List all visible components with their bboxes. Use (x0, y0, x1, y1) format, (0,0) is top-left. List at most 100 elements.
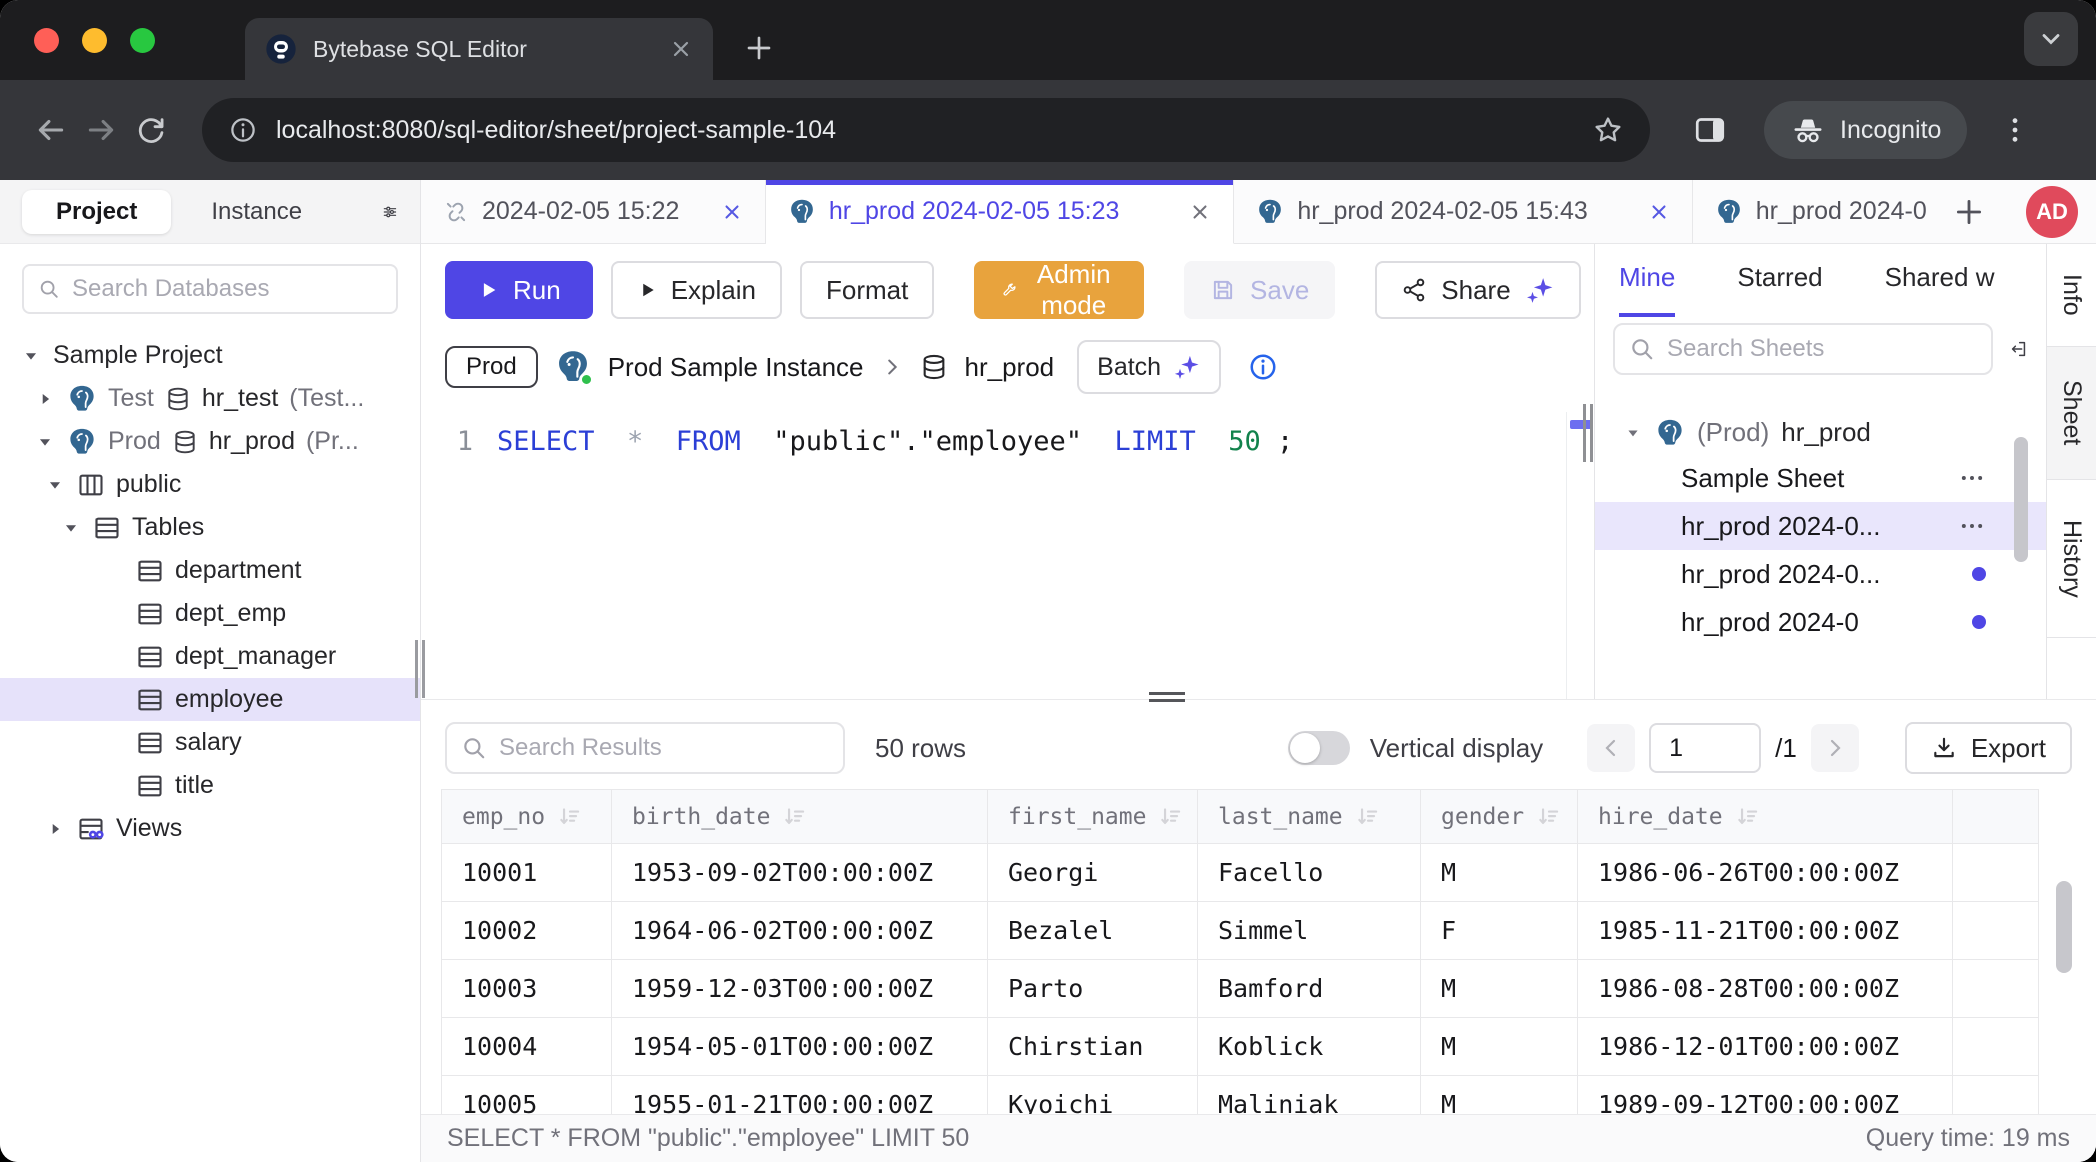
fullscreen-window-button[interactable] (130, 28, 155, 53)
save-button[interactable]: Save (1184, 261, 1335, 319)
table-row[interactable]: 100011953-09-02T00:00:00ZGeorgiFacelloM1… (442, 844, 2039, 902)
page-number-input[interactable] (1649, 723, 1761, 773)
user-avatar[interactable]: AD (2026, 186, 2078, 238)
sql-editor[interactable]: 1 SELECT * FROM "public"."employee" LIMI… (421, 412, 1594, 699)
tree-item-department[interactable]: department (0, 549, 420, 592)
tree-item-dept-manager[interactable]: dept_manager (0, 635, 420, 678)
editor-tab-3[interactable]: hr_prod 2024-02-05 15:43 (1234, 180, 1692, 244)
editor-tab-4[interactable]: hr_prod 2024-0 (1693, 180, 1944, 244)
column-header-hire-date[interactable]: hire_date (1578, 790, 1953, 844)
sheet-list-scrollbar[interactable] (2014, 437, 2028, 562)
explain-button[interactable]: Explain (611, 261, 782, 319)
format-button[interactable]: Format (800, 261, 934, 319)
browser-tab[interactable]: Bytebase SQL Editor (245, 18, 713, 80)
column-header-first-name[interactable]: first_name (988, 790, 1198, 844)
tab-info[interactable]: Info (2047, 244, 2096, 347)
browser-menu-button[interactable] (1999, 114, 2031, 146)
sheet-search-input[interactable] (1667, 335, 1977, 363)
column-header-last-name[interactable]: last_name (1198, 790, 1421, 844)
tree-item-tables-group[interactable]: Tables (0, 506, 420, 549)
tree-item-public-schema[interactable]: public (0, 463, 420, 506)
tab-history[interactable]: History (2047, 480, 2096, 638)
editor-tab-1[interactable]: 2024-02-05 15:22 (421, 180, 766, 244)
minimize-window-button[interactable] (82, 28, 107, 53)
database-name[interactable]: hr_prod (965, 352, 1055, 383)
caret-down-icon[interactable] (60, 517, 82, 539)
sheet-item-sample-sheet[interactable]: Sample Sheet (1595, 454, 2046, 502)
tab-mine[interactable]: Mine (1619, 262, 1675, 317)
table-row[interactable]: 100021964-06-02T00:00:00ZBezalelSimmelF1… (442, 902, 2039, 960)
tree-item-dept-emp[interactable]: dept_emp (0, 592, 420, 635)
forward-button[interactable] (76, 105, 126, 155)
tab-sheet[interactable]: Sheet (2047, 347, 2096, 480)
tab-project[interactable]: Project (22, 190, 171, 234)
close-window-button[interactable] (34, 28, 59, 53)
import-sheet-icon[interactable] (2009, 333, 2028, 365)
panel-resize-handle[interactable] (1583, 404, 1593, 462)
export-button[interactable]: Export (1905, 722, 2072, 774)
tree-item-hr-test[interactable]: Test hr_test (Test... (0, 377, 420, 420)
sheet-item-unsaved-1[interactable]: hr_prod 2024-0... (1595, 550, 2046, 598)
column-header-gender[interactable]: gender (1421, 790, 1578, 844)
more-actions-icon[interactable] (1958, 464, 1986, 492)
tab-instance[interactable]: Instance (211, 198, 302, 226)
side-panel-button[interactable] (1692, 112, 1728, 148)
info-icon[interactable] (1248, 352, 1278, 382)
sheet-item-unsaved-2[interactable]: hr_prod 2024-0 (1595, 598, 2046, 646)
caret-down-icon[interactable] (34, 431, 56, 453)
close-tab-icon[interactable] (1648, 201, 1670, 223)
tab-search-button[interactable] (2024, 12, 2078, 66)
next-page-button[interactable] (1811, 724, 1859, 772)
close-tab-icon[interactable] (669, 37, 693, 61)
table-row[interactable]: 100041954-05-01T00:00:00ZChirstianKoblic… (442, 1018, 2039, 1076)
editor-tab-2-active[interactable]: hr_prod 2024-02-05 15:23 (766, 180, 1234, 244)
database-search-input[interactable] (72, 275, 382, 303)
column-header-emp-no[interactable]: emp_no (442, 790, 612, 844)
sort-icon[interactable] (557, 804, 583, 830)
sheet-search[interactable] (1613, 323, 1993, 375)
sql-code-line[interactable]: SELECT * FROM "public"."employee" LIMIT … (497, 426, 1293, 699)
caret-down-icon[interactable] (1623, 423, 1643, 443)
sort-icon[interactable] (1158, 804, 1184, 830)
reload-button[interactable] (126, 105, 176, 155)
close-tab-icon[interactable] (721, 201, 743, 223)
ai-sparkle-icon[interactable] (1525, 275, 1555, 305)
column-header-birth-date[interactable]: birth_date (612, 790, 988, 844)
tab-starred[interactable]: Starred (1737, 262, 1822, 317)
sheet-item-current[interactable]: hr_prod 2024-0... (1595, 502, 2046, 550)
close-tab-icon[interactable] (1189, 201, 1211, 223)
tab-shared-with-me[interactable]: Shared w (1885, 262, 1995, 317)
prev-page-button[interactable] (1587, 724, 1635, 772)
new-tab-button[interactable] (743, 32, 775, 64)
batch-button[interactable]: Batch (1077, 340, 1221, 394)
bookmark-star-icon[interactable] (1592, 114, 1624, 146)
table-row[interactable]: 100051955-01-21T00:00:00ZKyoichiMaliniak… (442, 1076, 2039, 1115)
sort-icon[interactable] (1536, 804, 1562, 830)
more-actions-icon[interactable] (1958, 512, 1986, 540)
sort-icon[interactable] (782, 804, 808, 830)
url-text[interactable]: localhost:8080/sql-editor/sheet/project-… (276, 116, 1574, 145)
tree-item-title[interactable]: title (0, 764, 420, 807)
caret-down-icon[interactable] (20, 345, 42, 367)
tree-item-hr-prod[interactable]: Prod hr_prod (Pr... (0, 420, 420, 463)
back-button[interactable] (26, 105, 76, 155)
admin-mode-button[interactable]: Admin mode (974, 261, 1144, 319)
sort-icon[interactable] (1735, 804, 1761, 830)
vertical-display-toggle[interactable] (1288, 731, 1350, 765)
splitter-grab-handle[interactable] (1149, 692, 1185, 702)
caret-down-icon[interactable] (44, 474, 66, 496)
table-row[interactable]: 100031959-12-03T00:00:00ZPartoBamfordM19… (442, 960, 2039, 1018)
address-bar[interactable]: localhost:8080/sql-editor/sheet/project-… (202, 98, 1650, 162)
add-sheet-button[interactable] (1952, 195, 1986, 229)
database-search[interactable] (22, 264, 398, 314)
table-scrollbar[interactable] (2056, 881, 2072, 973)
caret-right-icon[interactable] (44, 818, 66, 840)
filter-sliders-icon[interactable] (382, 196, 398, 228)
sheet-group-hr-prod[interactable]: (Prod) hr_prod (1595, 411, 2046, 454)
results-search[interactable] (445, 722, 845, 774)
environment-chip[interactable]: Prod (445, 346, 538, 388)
results-search-input[interactable] (499, 734, 829, 762)
instance-name[interactable]: Prod Sample Instance (608, 352, 864, 383)
tree-item-salary[interactable]: salary (0, 721, 420, 764)
sort-icon[interactable] (1355, 804, 1381, 830)
